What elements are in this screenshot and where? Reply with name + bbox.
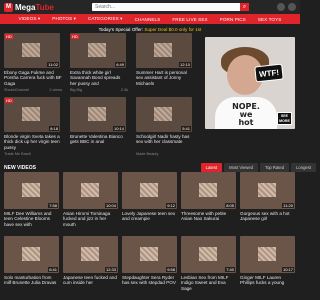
video-thumbnail[interactable]: 12:33 bbox=[63, 236, 118, 273]
nav-item[interactable]: FREE LIVE SEX bbox=[166, 17, 213, 22]
video-thumbnail[interactable]: 6:41 bbox=[4, 236, 59, 273]
video-thumbnail[interactable]: 12:10 bbox=[136, 33, 192, 68]
video-thumbnail[interactable]: 8:05 bbox=[181, 172, 236, 209]
video-title[interactable]: Gorgeous sex with a hot Japanese girl bbox=[240, 211, 295, 222]
duration-badge: 10:04 bbox=[104, 203, 117, 208]
main-nav: VIDEOS ▾ PHOTOS ▾ CATEGORIES ▾ CHANNELS FREE… bbox=[0, 14, 300, 24]
video-thumbnail[interactable]: 11:20 bbox=[240, 172, 295, 209]
search-input[interactable] bbox=[92, 3, 242, 11]
channel-name[interactable]: Big Big bbox=[70, 88, 82, 92]
promo-offer: Super Deal $0.0 only for 1st bbox=[144, 27, 202, 32]
user-actions bbox=[277, 3, 296, 11]
site-logo[interactable]: M MegaTube bbox=[4, 2, 54, 12]
search-icon[interactable]: ⌕ bbox=[240, 3, 249, 11]
video-meta: ShoesChannel 2 views bbox=[4, 88, 62, 92]
duration-badge: 6:41 bbox=[48, 267, 58, 272]
duration-badge: 8:05 bbox=[225, 203, 235, 208]
hd-badge: HD bbox=[5, 98, 13, 103]
hd-badge: HD bbox=[5, 34, 13, 39]
video-thumbnail[interactable]: 7:40 bbox=[181, 236, 236, 273]
duration-badge: 8:18 bbox=[49, 126, 59, 131]
duration-badge: 9:58 bbox=[166, 267, 176, 272]
nav-item[interactable]: CATEGORIES ▾ bbox=[82, 16, 129, 22]
video-thumbnail[interactable]: 10:17 bbox=[240, 236, 295, 273]
video-title[interactable]: Lovely Japanese teen sex and creampie bbox=[122, 211, 177, 222]
view-count: 2.3k bbox=[120, 88, 128, 92]
video-title[interactable]: Lesbian Sex from MILF Indigo Sweet and E… bbox=[181, 275, 236, 291]
video-title[interactable]: Japanese teen fucked and cum inside her bbox=[63, 275, 118, 286]
video-title[interactable]: Blonde virgin Sveta takes a thick dick u… bbox=[4, 134, 62, 150]
duration-badge: 10:17 bbox=[281, 267, 294, 272]
sort-tab-top-rated[interactable]: Top Rated bbox=[260, 163, 290, 172]
new-videos-heading: NEW VIDEOS bbox=[4, 165, 36, 171]
promo-banner[interactable]: Today's Special Offer: Super Deal $0.0 o… bbox=[0, 27, 300, 32]
video-thumbnail[interactable]: 10:04 bbox=[63, 172, 118, 209]
duration-badge: 10:14 bbox=[112, 126, 125, 131]
video-thumbnail[interactable]: 5:41 bbox=[136, 97, 192, 132]
video-meta: Made Beauty bbox=[136, 152, 194, 156]
sort-tab-latest[interactable]: Latest bbox=[200, 163, 223, 172]
video-title[interactable]: Asian Hiromi Tominaga fucked and jizz in… bbox=[63, 211, 118, 227]
video-title[interactable]: Threesome with petite Asian Nao Sakurai bbox=[181, 211, 236, 222]
promo-prefix: Today's Special Offer: bbox=[98, 27, 144, 32]
duration-badge: 11:20 bbox=[282, 203, 294, 208]
nav-item[interactable]: SEX TOYS bbox=[252, 17, 288, 22]
duration-badge: 12:10 bbox=[178, 62, 191, 67]
logo-text: MegaTube bbox=[15, 2, 54, 12]
heart-icon[interactable] bbox=[277, 3, 285, 11]
video-title[interactable]: Solo masturbation from milf Brunette Jul… bbox=[4, 275, 59, 286]
hd-badge: HD bbox=[71, 34, 79, 39]
video-title[interactable]: Summer Hart is personal sex assistant of… bbox=[136, 70, 194, 86]
nav-item[interactable]: PHOTOS ▾ bbox=[46, 16, 82, 22]
video-meta: Big Big 2.3k bbox=[70, 88, 128, 92]
video-meta: Trade Me Brazil bbox=[4, 152, 62, 156]
video-thumbnail[interactable]: 10:14 bbox=[70, 97, 126, 132]
video-title[interactable]: Ginger MILF Lauren Phillips fucks a youn… bbox=[240, 275, 295, 286]
video-thumbnail[interactable]: 9:58 bbox=[122, 236, 177, 273]
video-thumbnail[interactable]: 7:58 bbox=[4, 172, 59, 209]
nav-item[interactable]: PORN PICS bbox=[214, 17, 252, 22]
duration-badge: 12:33 bbox=[104, 267, 117, 272]
channel-name[interactable]: Made Beauty bbox=[136, 152, 158, 156]
sort-tab-longest[interactable]: Longest bbox=[291, 163, 316, 172]
sort-tab-most-viewed[interactable]: Most Viewed bbox=[224, 163, 258, 172]
channel-name[interactable]: Trade Me Brazil bbox=[4, 152, 31, 156]
duration-badge: 11:02 bbox=[47, 62, 59, 67]
view-count: 2 views bbox=[49, 88, 62, 92]
channel-name[interactable]: ShoesChannel bbox=[4, 88, 29, 92]
video-title[interactable]: Schoolgirl Nadir hasty has sex with her … bbox=[136, 134, 194, 145]
nav-item[interactable]: VIDEOS ▾ bbox=[13, 16, 47, 22]
duration-badge: 7:58 bbox=[48, 203, 58, 208]
ad-cta-button[interactable]: SEE MORE bbox=[277, 112, 292, 125]
video-title[interactable]: Brunette Valentina Bianco gets BBC in an… bbox=[70, 134, 128, 145]
ad-shirt-text: NOPE. we hot bbox=[215, 97, 277, 129]
sort-filters: Latest Most Viewed Top Rated Longest bbox=[200, 163, 316, 172]
duration-badge: 5:41 bbox=[181, 126, 191, 131]
top-bar: M MegaTube ⌕ bbox=[0, 0, 300, 14]
video-thumbnail[interactable]: HD 11:02 bbox=[4, 33, 60, 68]
video-title[interactable]: Stepdaughter Sera Ryder has sex with ste… bbox=[122, 275, 177, 286]
video-title[interactable]: MILF Dee Williams and teen Celestine Blo… bbox=[4, 211, 59, 227]
ad-badge: WTF! bbox=[254, 63, 284, 83]
duration-badge: 7:40 bbox=[225, 267, 235, 272]
duration-badge: 6:49 bbox=[115, 62, 125, 67]
video-title[interactable]: Extra thick white girl Savannah Bond spr… bbox=[70, 70, 128, 86]
logo-mark-icon: M bbox=[4, 2, 13, 12]
duration-badge: 9:12 bbox=[166, 203, 176, 208]
ad-banner[interactable]: NOPE. we hot WTF! SEE MORE bbox=[205, 37, 295, 129]
user-icon[interactable] bbox=[288, 3, 296, 11]
video-title[interactable]: Ebony Gaga Fukme and Porsha Carrera fuck… bbox=[4, 70, 62, 86]
video-thumbnail[interactable]: HD 6:49 bbox=[70, 33, 126, 68]
nav-item[interactable]: CHANNELS bbox=[129, 17, 167, 22]
video-thumbnail[interactable]: HD 8:18 bbox=[4, 97, 60, 132]
video-thumbnail[interactable]: 9:12 bbox=[122, 172, 177, 209]
